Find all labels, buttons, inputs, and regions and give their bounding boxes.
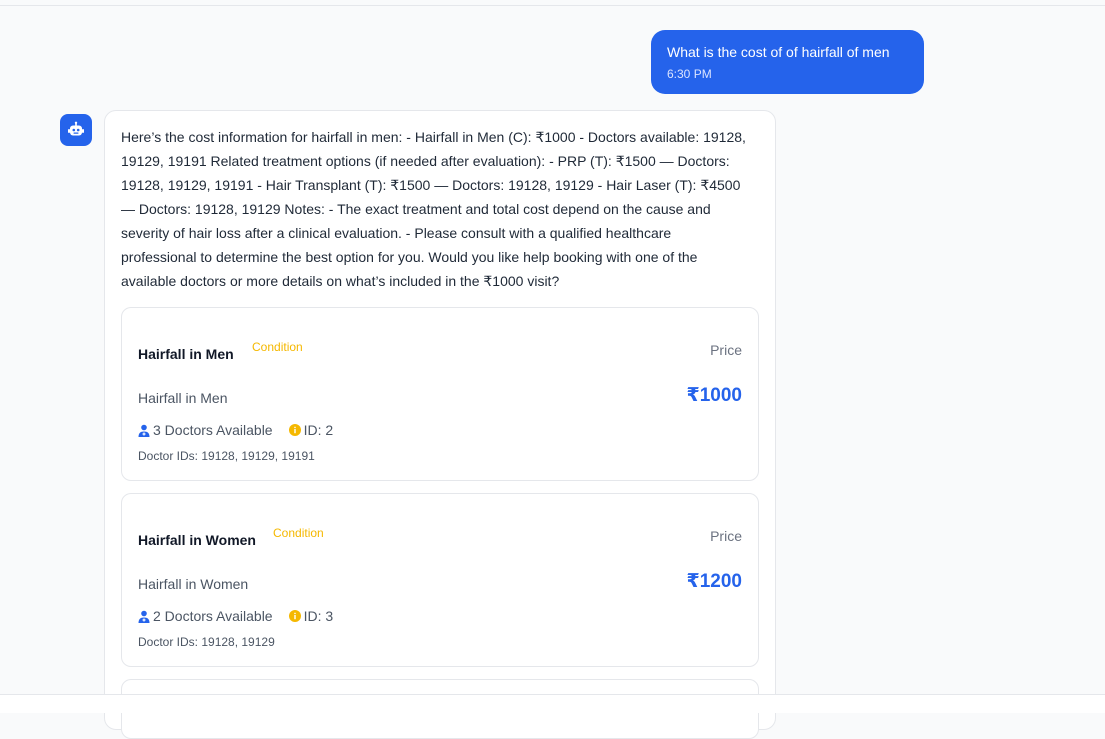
info-icon — [288, 424, 301, 436]
card-subtitle: Hairfall in Women — [138, 576, 249, 592]
bottom-bar — [0, 694, 1105, 713]
bot-message-text: Here’s the cost information for hairfall… — [121, 129, 746, 289]
card-title: Hairfall in Men — [138, 346, 234, 362]
user-message-time: 6:30 PM — [667, 67, 712, 81]
card-price: ₹1200 — [686, 571, 743, 592]
user-message-bubble: What is the cost of of hairfall of men 6… — [651, 30, 924, 94]
id-info: ID: 2 — [288, 422, 334, 438]
robot-icon — [60, 114, 92, 146]
doctor-icon — [138, 610, 150, 623]
condition-card-hairfall-women[interactable]: Hairfall in Women Condition Price Hairfa… — [121, 493, 759, 667]
card-type-tag: Condition — [252, 340, 303, 354]
card-id-text: ID: 3 — [303, 608, 334, 624]
user-message-text: What is the cost of of hairfall of men — [667, 44, 890, 60]
card-doctor-ids: Doctor IDs: 19128, 19129, 19191 — [138, 449, 315, 463]
card-price: ₹1000 — [686, 385, 743, 406]
doctors-available-text: 3 Doctors Available — [153, 422, 273, 438]
card-price-label: Price — [710, 528, 742, 544]
doctors-available-text: 2 Doctors Available — [153, 608, 273, 624]
card-meta: 3 Doctors Available ID: 2 — [138, 422, 333, 438]
top-divider — [0, 5, 1105, 6]
card-type-tag: Condition — [273, 526, 324, 540]
card-doctor-ids: Doctor IDs: 19128, 19129 — [138, 635, 275, 649]
info-icon — [288, 610, 301, 622]
card-meta: 2 Doctors Available ID: 3 — [138, 608, 333, 624]
condition-card-hairfall-men[interactable]: Hairfall in Men Condition Price Hairfall… — [121, 307, 759, 481]
bot-message-bubble: Here’s the cost information for hairfall… — [104, 110, 776, 739]
id-info: ID: 3 — [288, 608, 334, 624]
card-price-label: Price — [710, 342, 742, 358]
card-subtitle: Hairfall in Men — [138, 390, 228, 406]
card-title: Hairfall in Women — [138, 532, 256, 548]
doctor-icon — [138, 424, 150, 437]
card-id-text: ID: 2 — [303, 422, 334, 438]
